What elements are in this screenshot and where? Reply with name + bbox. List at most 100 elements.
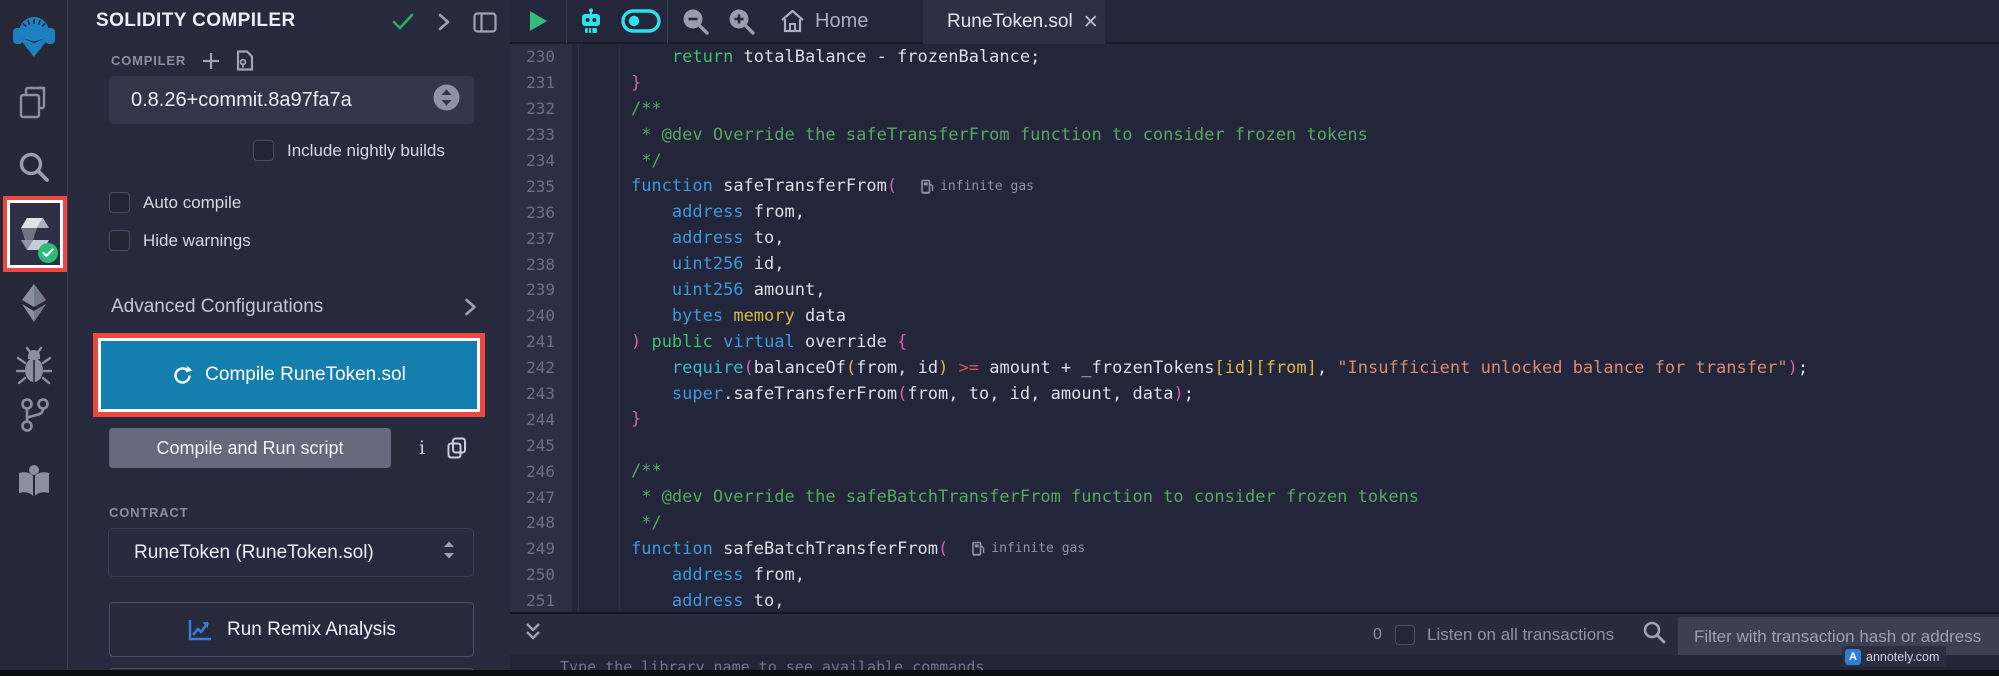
nightly-builds-label: Include nightly builds (287, 141, 445, 161)
watermark-label: annotely.com (1866, 650, 1939, 664)
sidebar-item-debugger[interactable] (0, 344, 68, 388)
line-number[interactable]: 238 (510, 255, 567, 274)
code-token: /** (631, 461, 662, 481)
code-token (590, 306, 672, 326)
pin-panel-icon[interactable] (473, 12, 497, 33)
compiler-config-file-icon[interactable] (236, 50, 254, 71)
sidebar-item-git[interactable] (0, 394, 68, 436)
code-line[interactable]: 243 super.safeTransferFrom(from, to, id,… (510, 381, 1999, 407)
run-script-play-button[interactable] (510, 10, 566, 32)
code-line[interactable]: 248 */ (510, 510, 1999, 536)
code-line[interactable]: 249 function safeBatchTransferFrom(infin… (510, 536, 1999, 562)
home-tab[interactable]: Home (780, 9, 868, 33)
code-line[interactable]: 251 address to, (510, 588, 1999, 612)
line-number[interactable]: 251 (510, 591, 567, 610)
line-number[interactable]: 247 (510, 488, 567, 507)
code-line[interactable]: 250 address from, (510, 562, 1999, 588)
line-number[interactable]: 249 (510, 539, 567, 558)
expand-terminal-button[interactable] (524, 622, 542, 647)
code-line[interactable]: 237 address to, (510, 225, 1999, 251)
line-number[interactable]: 240 (510, 306, 567, 325)
line-number[interactable]: 241 (510, 332, 567, 351)
terminal-search-icon[interactable] (1642, 620, 1666, 649)
code-token (590, 461, 631, 481)
ai-copilot-button[interactable] (567, 8, 615, 34)
line-number[interactable]: 236 (510, 203, 567, 222)
sidebar-item-learneth[interactable] (0, 459, 68, 503)
line-number[interactable]: 235 (510, 177, 567, 196)
nightly-builds-checkbox[interactable] (253, 140, 274, 161)
collapse-panel-icon[interactable] (437, 12, 451, 32)
code-text: */ (590, 151, 662, 171)
sidebar-item-file-explorer[interactable] (0, 82, 68, 124)
line-number[interactable]: 231 (510, 73, 567, 92)
code-editor[interactable]: 230 return totalBalance - frozenBalance;… (510, 44, 1999, 612)
sidebar-item-search[interactable] (0, 146, 68, 188)
remix-logo[interactable] (0, 14, 68, 58)
line-number[interactable]: 244 (510, 410, 567, 429)
line-number[interactable]: 245 (510, 436, 567, 455)
code-line[interactable]: 239 uint256 amount, (510, 277, 1999, 303)
code-line[interactable]: 231 } (510, 70, 1999, 96)
hide-warnings-checkbox[interactable] (109, 230, 130, 251)
code-token (590, 565, 672, 585)
advanced-configurations-toggle[interactable]: Advanced Configurations (111, 296, 477, 318)
code-line[interactable]: 244 } (510, 406, 1999, 432)
code-text: address from, (590, 202, 805, 222)
listen-transactions-checkbox[interactable] (1395, 625, 1415, 645)
code-token: to, (744, 228, 785, 248)
code-text: uint256 amount, (590, 280, 825, 300)
gas-estimate-label: infinite gas (991, 541, 1085, 556)
line-number[interactable]: 232 (510, 99, 567, 118)
transaction-filter-input[interactable] (1678, 617, 1999, 657)
code-line[interactable]: 240 bytes memory data (510, 303, 1999, 329)
remix-logo-icon (12, 15, 56, 57)
line-number[interactable]: 234 (510, 151, 567, 170)
code-token: ( (744, 358, 754, 378)
code-token: to, (744, 591, 785, 611)
code-token: address (672, 591, 744, 611)
code-line[interactable]: 230 return totalBalance - frozenBalance; (510, 44, 1999, 70)
code-line[interactable]: 234 */ (510, 148, 1999, 174)
sidebar-item-solidity-compiler[interactable] (7, 200, 63, 268)
add-compiler-icon[interactable] (202, 52, 220, 70)
line-number[interactable]: 230 (510, 47, 567, 66)
code-line[interactable]: 233 * @dev Override the safeTransferFrom… (510, 122, 1999, 148)
tab-close-icon[interactable]: ✕ (1083, 11, 1099, 34)
tab-runetoken[interactable]: RuneToken.sol ✕ (923, 0, 1105, 44)
line-number[interactable]: 250 (510, 565, 567, 584)
line-number[interactable]: 246 (510, 462, 567, 481)
line-number[interactable]: 233 (510, 125, 567, 144)
code-line[interactable]: 241 ) public virtual override { (510, 329, 1999, 355)
zoom-out-button[interactable] (672, 8, 718, 35)
info-icon[interactable]: i (419, 437, 425, 459)
code-line[interactable]: 232 /** (510, 96, 1999, 122)
code-token: ) (1788, 358, 1798, 378)
panel-title: SOLIDITY COMPILER (96, 10, 296, 32)
home-tab-label: Home (815, 10, 868, 33)
line-number[interactable]: 242 (510, 358, 567, 377)
compiler-version-select[interactable]: 0.8.26+commit.8a97fa7a (109, 76, 474, 124)
line-number[interactable]: 243 (510, 384, 567, 403)
code-token: >= (959, 358, 979, 378)
line-number[interactable]: 239 (510, 280, 567, 299)
code-line[interactable]: 235 function safeTransferFrom(infinite g… (510, 173, 1999, 199)
code-line[interactable]: 245 (510, 432, 1999, 458)
code-line[interactable]: 236 address from, (510, 199, 1999, 225)
code-line[interactable]: 246 /** (510, 458, 1999, 484)
copilot-toggle[interactable] (615, 9, 667, 33)
line-number[interactable]: 248 (510, 513, 567, 532)
run-analysis-button[interactable]: Run Remix Analysis (109, 602, 474, 657)
compile-and-run-button[interactable]: Compile and Run script (109, 428, 391, 468)
sidebar-item-deploy-run[interactable] (0, 281, 68, 325)
code-token (590, 487, 641, 507)
auto-compile-checkbox[interactable] (109, 192, 130, 213)
code-line[interactable]: 238 uint256 id, (510, 251, 1999, 277)
code-line[interactable]: 242 require(balanceOf(from, id) >= amoun… (510, 355, 1999, 381)
copy-icon[interactable] (447, 437, 467, 459)
zoom-in-button[interactable] (718, 8, 764, 35)
compile-button[interactable]: Compile RuneToken.sol (101, 341, 477, 409)
code-line[interactable]: 247 * @dev Override the safeBatchTransfe… (510, 484, 1999, 510)
contract-select[interactable]: RuneToken (RuneToken.sol) (108, 528, 474, 577)
line-number[interactable]: 237 (510, 229, 567, 248)
